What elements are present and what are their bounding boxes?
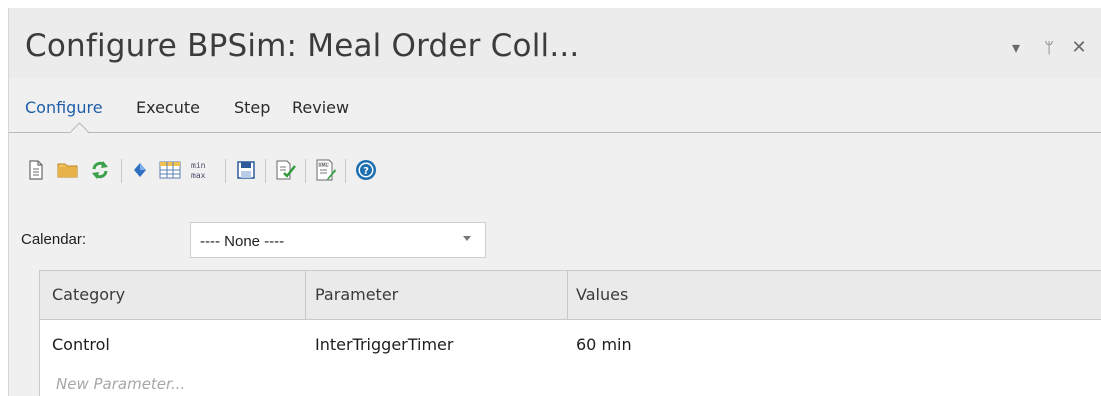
toolbar: min max XML ? xyxy=(23,156,723,188)
calendar-selected-value: ---- None ---- xyxy=(200,233,285,250)
help-icon[interactable]: ? xyxy=(353,156,379,184)
element-icon[interactable] xyxy=(127,156,153,184)
column-divider[interactable] xyxy=(305,271,306,319)
column-divider[interactable] xyxy=(567,271,568,319)
window-title: Configure BPSim: Meal Order Coll... xyxy=(25,28,580,64)
chevron-down-icon xyxy=(463,236,471,241)
min-label: min xyxy=(191,161,206,170)
open-folder-icon[interactable] xyxy=(55,156,81,184)
grid-table-icon[interactable] xyxy=(157,156,183,184)
column-header-parameter[interactable]: Parameter xyxy=(315,285,398,304)
xml-export-icon[interactable]: XML xyxy=(313,156,339,184)
tab-execute[interactable]: Execute xyxy=(136,98,200,117)
configure-bpsim-window: Configure BPSim: Meal Order Coll... ▾ ᛘ … xyxy=(8,8,1101,396)
cell-category[interactable]: Control xyxy=(52,335,110,354)
help-glyph: ? xyxy=(363,166,369,177)
toolbar-separator xyxy=(265,159,266,183)
grid-header: Category Parameter Values xyxy=(40,271,1101,320)
pin-icon[interactable]: ᛘ xyxy=(1040,38,1058,57)
save-icon[interactable] xyxy=(233,156,259,184)
window-menu-dropdown-icon[interactable]: ▾ xyxy=(1007,38,1025,57)
max-label: max xyxy=(191,171,206,180)
tab-step[interactable]: Step xyxy=(234,98,270,117)
toolbar-separator xyxy=(121,159,122,183)
refresh-icon[interactable] xyxy=(87,156,113,184)
title-bar: Configure BPSim: Meal Order Coll... ▾ ᛘ … xyxy=(9,8,1101,78)
min-max-icon[interactable]: min max xyxy=(187,156,217,184)
calendar-label: Calendar: xyxy=(21,231,87,248)
toolbar-separator xyxy=(225,159,226,183)
new-document-icon[interactable] xyxy=(23,156,49,184)
tab-divider xyxy=(9,132,1101,133)
cell-parameter[interactable]: InterTriggerTimer xyxy=(315,335,453,354)
cell-values[interactable]: 60 min xyxy=(576,335,632,354)
tab-configure[interactable]: Configure xyxy=(25,98,103,117)
column-header-values[interactable]: Values xyxy=(576,285,628,304)
ribbon-tabs: Configure Execute Step Review xyxy=(9,88,1101,144)
validate-icon[interactable] xyxy=(273,156,299,184)
close-icon[interactable]: ✕ xyxy=(1070,37,1088,58)
new-parameter-row[interactable]: New Parameter... xyxy=(56,375,185,393)
toolbar-separator xyxy=(345,159,346,183)
active-tab-indicator xyxy=(71,121,89,133)
xml-label: XML xyxy=(319,163,329,169)
toolbar-separator xyxy=(305,159,306,183)
column-header-category[interactable]: Category xyxy=(52,285,125,304)
parameter-grid: Category Parameter Values Control InterT… xyxy=(39,270,1101,396)
calendar-dropdown[interactable]: ---- None ---- xyxy=(190,222,486,258)
tab-review[interactable]: Review xyxy=(292,98,349,117)
